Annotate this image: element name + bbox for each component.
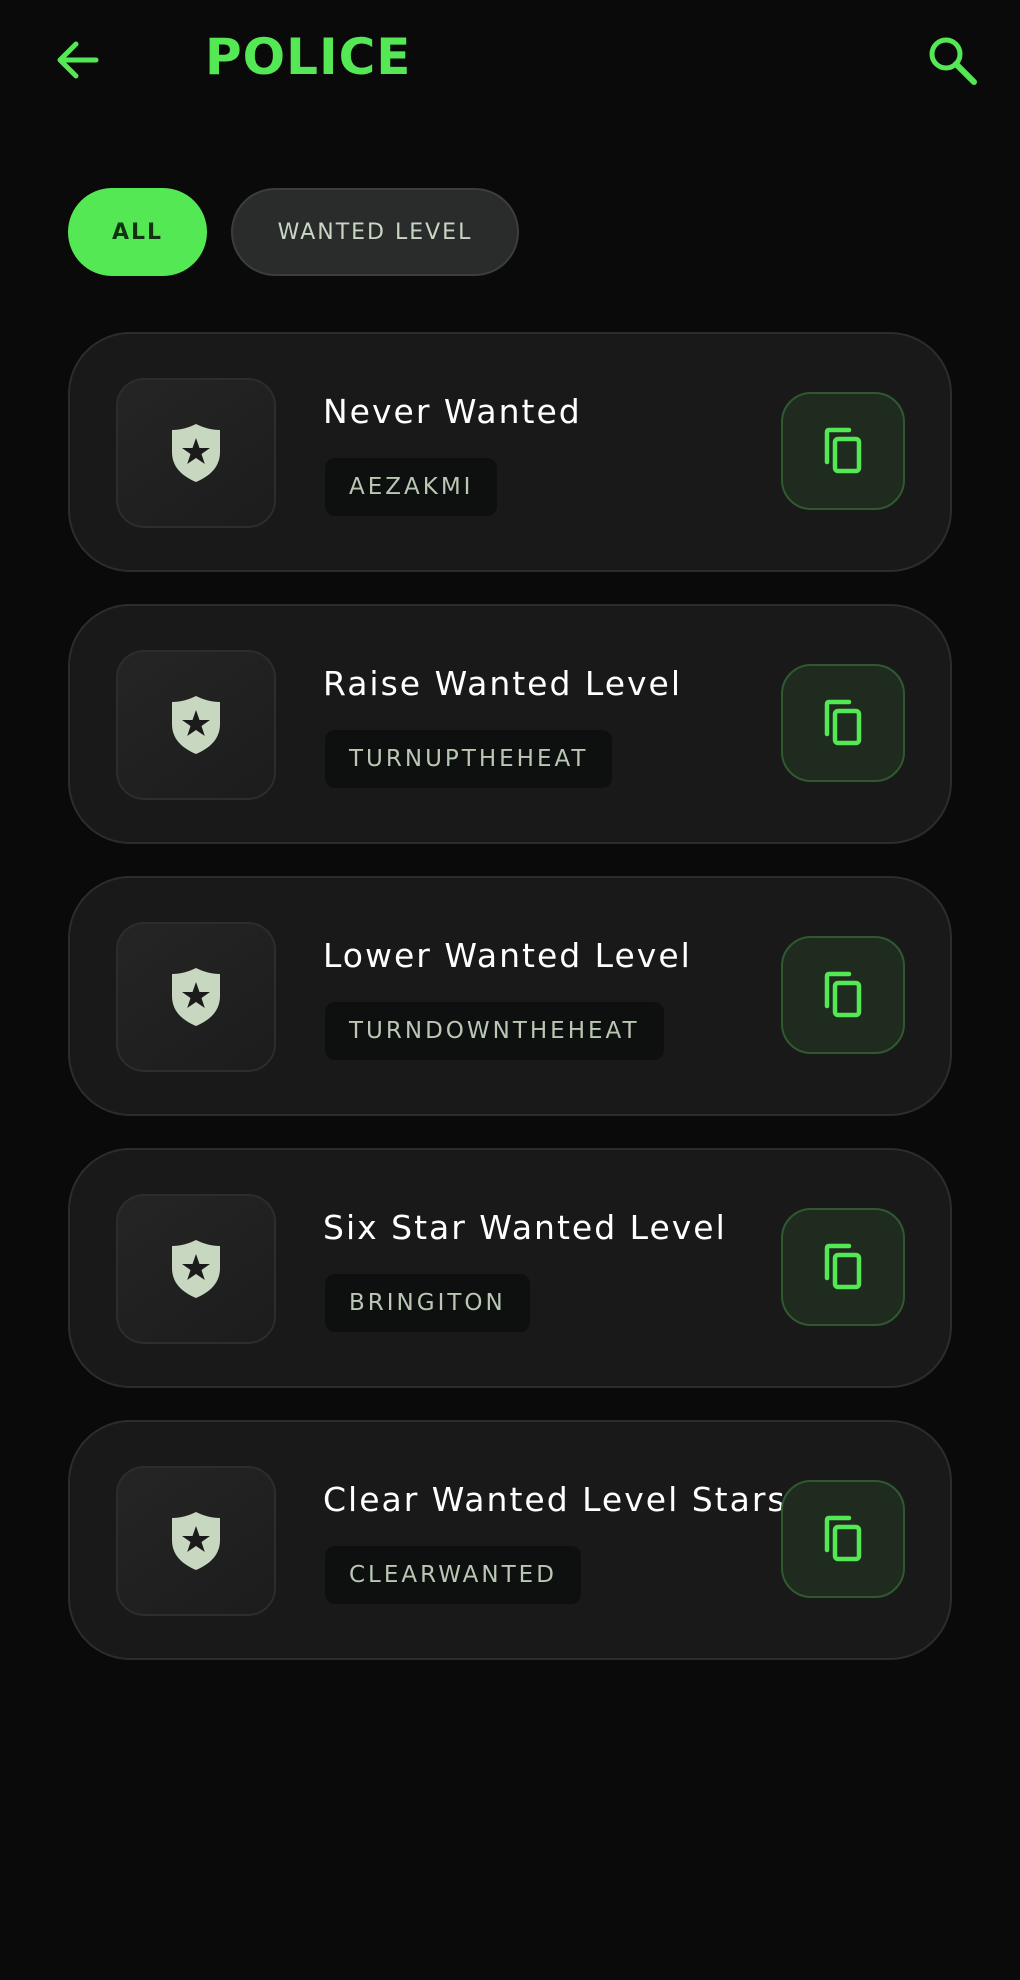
cheat-code: AEZAKMI [325,458,498,516]
copy-code-button[interactable] [781,936,905,1054]
copy-code-button[interactable] [781,1208,905,1326]
police-shield-star-icon [172,1512,220,1570]
copy-icon [824,1515,862,1562]
cheat-code: TURNDOWNTHEHEAT [325,1002,664,1060]
police-shield-star-icon [172,1240,220,1298]
cheat-icon-box [116,378,276,528]
copy-code-button[interactable] [781,664,905,782]
cheat-name: Six Star Wanted Level [323,1208,727,1247]
cheat-card: Six Star Wanted Level BRINGITON [68,1148,952,1388]
cheat-card: Never Wanted AEZAKMI [68,332,952,572]
police-shield-star-icon [172,424,220,482]
copy-icon [824,699,862,746]
cheat-code: BRINGITON [325,1274,530,1332]
copy-icon [824,1243,862,1290]
filter-chips: ALL WANTED LEVEL [68,188,519,276]
back-button[interactable] [52,34,104,86]
arrow-left-icon [57,41,99,79]
cheat-name: Lower Wanted Level [323,936,692,975]
cheat-icon-box [116,1194,276,1344]
cheat-code: TURNUPTHEHEAT [325,730,613,788]
cheat-card: Clear Wanted Level Stars CLEARWANTED [68,1420,952,1660]
cheat-code: CLEARWANTED [325,1546,581,1604]
cheat-card: Lower Wanted Level TURNDOWNTHEHEAT [68,876,952,1116]
copy-code-button[interactable] [781,392,905,510]
copy-code-button[interactable] [781,1480,905,1598]
search-icon [929,37,977,85]
page-title: POLICE [205,28,412,86]
cheat-icon-box [116,650,276,800]
cheat-list: Never Wanted AEZAKMI Raise Wanted Level … [68,332,952,1692]
cheat-name: Raise Wanted Level [323,664,683,703]
police-shield-star-icon [172,968,220,1026]
cheat-icon-box [116,1466,276,1616]
search-button[interactable] [922,30,982,90]
cheat-card: Raise Wanted Level TURNUPTHEHEAT [68,604,952,844]
cheat-icon-box [116,922,276,1072]
police-shield-star-icon [172,696,220,754]
copy-icon [824,971,862,1018]
filter-chip-wanted-level[interactable]: WANTED LEVEL [231,188,519,276]
cheat-name: Clear Wanted Level Stars [323,1480,787,1519]
filter-chip-all[interactable]: ALL [68,188,207,276]
cheat-name: Never Wanted [323,392,582,431]
copy-icon [824,427,862,474]
top-app-bar: POLICE [0,0,1020,120]
